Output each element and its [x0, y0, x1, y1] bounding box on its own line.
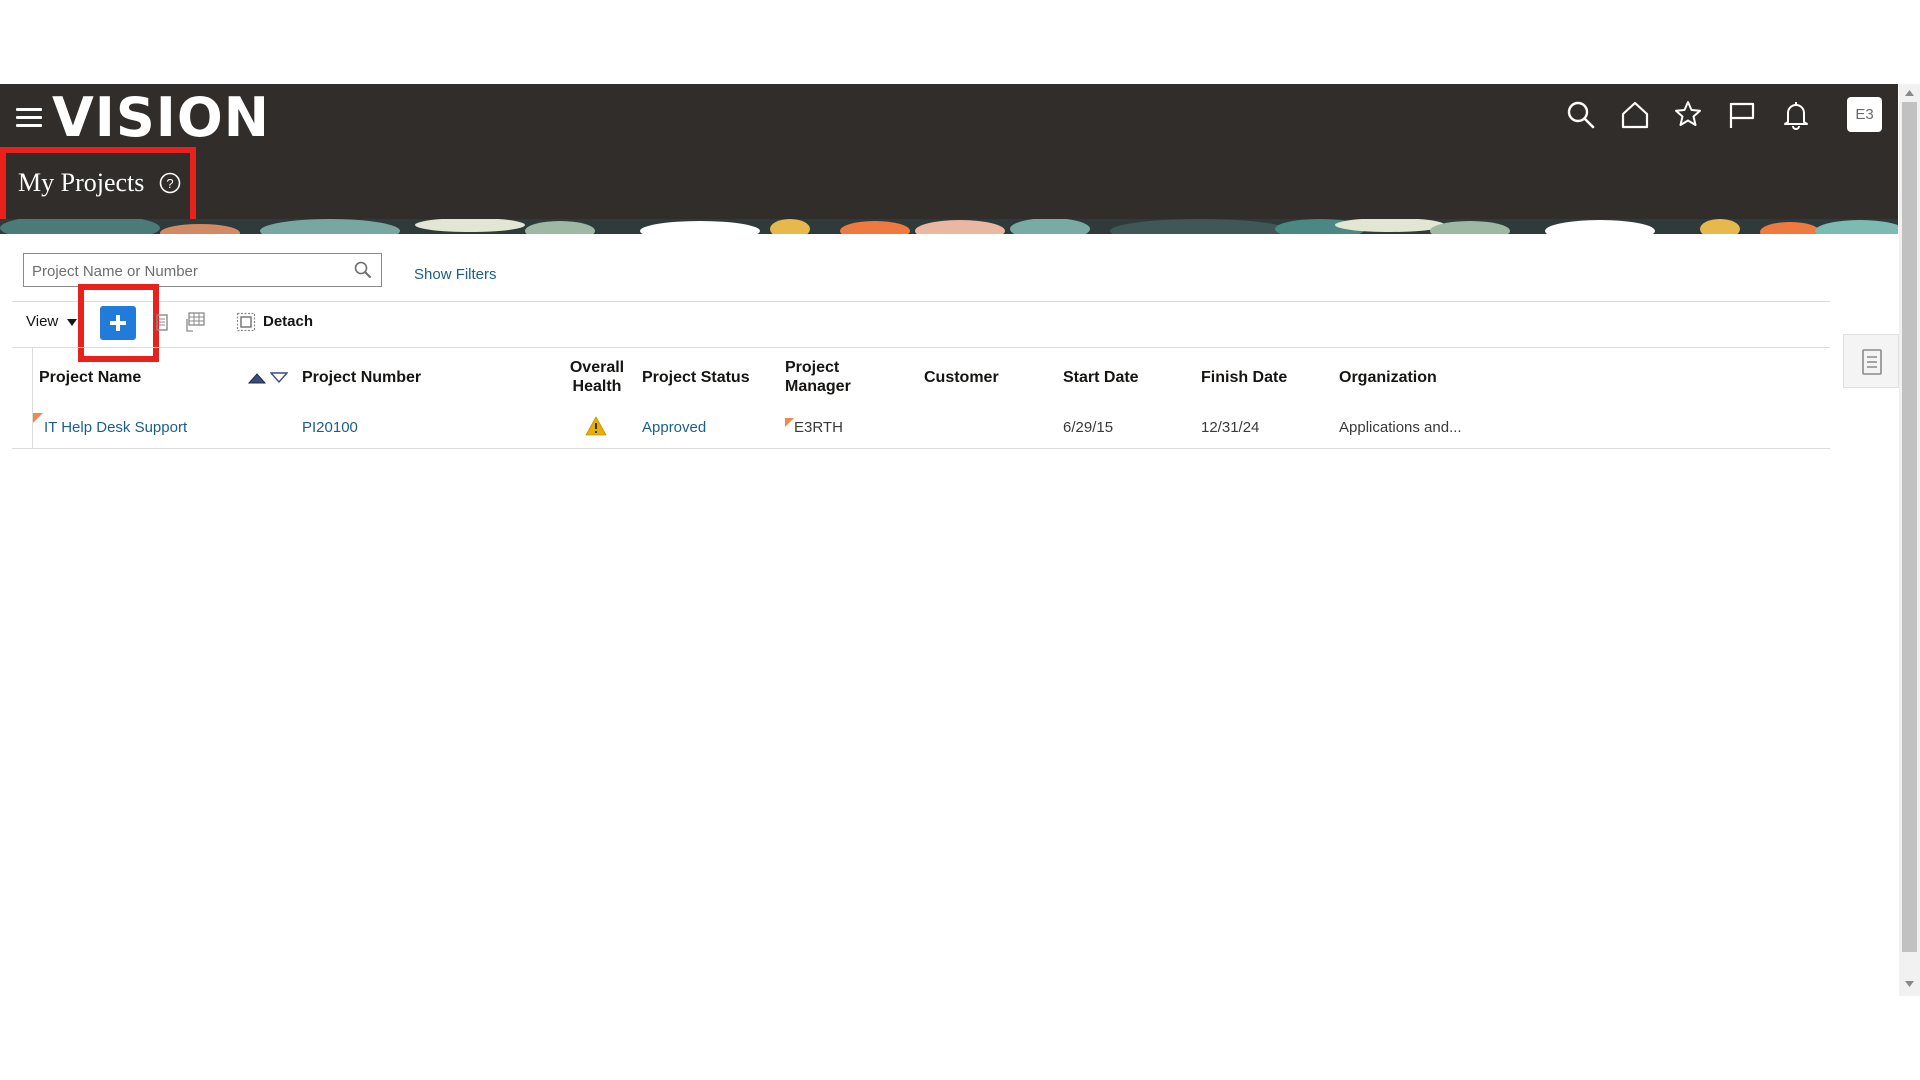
side-panel-tab[interactable] [1843, 334, 1899, 388]
cell-project-number-link[interactable]: PI20100 [302, 419, 358, 437]
column-header-organization[interactable]: Organization [1339, 368, 1437, 387]
table-top-border [12, 347, 1830, 348]
scroll-down-arrow-icon[interactable] [1904, 980, 1915, 988]
table-bottom-border [12, 448, 1830, 449]
sort-ascending-icon[interactable] [248, 371, 266, 385]
create-button-highlight [78, 284, 159, 362]
notifications-bell-icon[interactable] [1781, 100, 1811, 130]
column-header-project-number[interactable]: Project Number [302, 368, 421, 387]
chevron-down-icon [67, 319, 78, 327]
view-menu[interactable]: View [26, 313, 78, 330]
column-header-project-manager[interactable]: Project Manager [785, 358, 865, 396]
column-header-project-name[interactable]: Project Name [39, 368, 141, 387]
hamburger-menu-icon[interactable] [16, 106, 44, 130]
cell-start-date: 6/29/15 [1063, 419, 1114, 436]
column-header-finish-date[interactable]: Finish Date [1201, 368, 1287, 387]
global-header [0, 84, 1898, 234]
cell-project-manager: E3RTH [794, 419, 843, 436]
changed-row-indicator-icon [33, 413, 43, 423]
user-avatar[interactable]: E3 [1847, 97, 1882, 132]
cell-finish-date: 12/31/24 [1201, 419, 1260, 436]
column-header-overall-health[interactable]: Overall Health [564, 358, 630, 396]
sort-descending-icon[interactable] [270, 371, 288, 385]
search-icon[interactable] [353, 260, 373, 280]
vertical-scrollbar[interactable] [1899, 84, 1920, 996]
document-list-icon [1862, 349, 1882, 375]
column-header-project-status[interactable]: Project Status [642, 368, 750, 387]
detach-button[interactable]: Detach [263, 313, 313, 330]
search-input[interactable] [30, 258, 344, 284]
scroll-up-arrow-icon[interactable] [1904, 89, 1915, 97]
cell-project-status-link[interactable]: Approved [642, 419, 706, 437]
show-filters-link[interactable]: Show Filters [414, 266, 497, 283]
freeze-columns-icon[interactable] [184, 311, 206, 333]
cell-organization: Applications and... [1339, 419, 1462, 436]
flag-icon[interactable] [1727, 100, 1757, 130]
detach-icon[interactable] [236, 312, 256, 332]
page-title-highlight [0, 147, 196, 225]
view-menu-label: View [26, 313, 59, 330]
changed-cell-indicator-icon [785, 418, 794, 427]
app-logo[interactable]: VISION [52, 88, 270, 148]
search-icon[interactable] [1566, 100, 1596, 130]
column-header-start-date[interactable]: Start Date [1063, 368, 1139, 387]
cell-project-name-link[interactable]: IT Help Desk Support [44, 419, 187, 437]
scrollbar-thumb-bar[interactable] [1902, 102, 1917, 952]
toolbar-divider [12, 301, 1830, 302]
table-row[interactable] [12, 407, 1830, 447]
warning-icon [585, 416, 607, 436]
search-field[interactable] [23, 253, 382, 287]
home-icon[interactable] [1620, 100, 1650, 130]
decorative-banner [0, 219, 1898, 234]
export-icon[interactable] [155, 313, 169, 333]
favorites-star-icon[interactable] [1673, 99, 1703, 129]
column-header-customer[interactable]: Customer [924, 368, 999, 387]
